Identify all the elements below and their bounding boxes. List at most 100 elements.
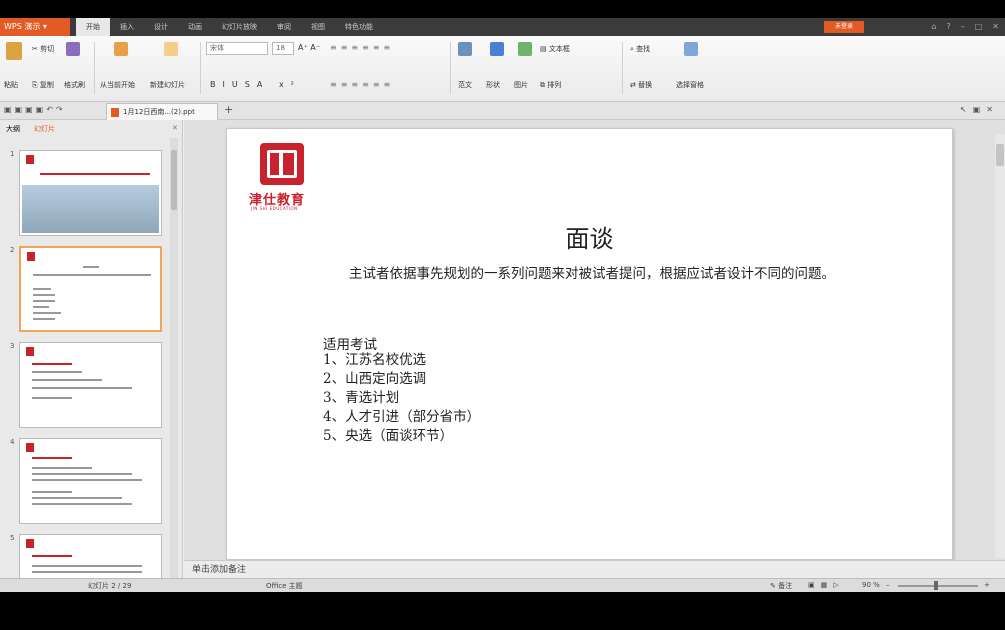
- slide-canvas[interactable]: 津仕教育 JIN SHI EDUCATION 面谈 主试者依据事先规划的一系列问…: [226, 128, 953, 560]
- paste-button[interactable]: [6, 42, 22, 60]
- format-painter-button[interactable]: [66, 42, 80, 56]
- slide-thumbnail-5[interactable]: [19, 534, 162, 578]
- zoom-slider-handle[interactable]: [934, 581, 938, 590]
- thumb-text: [32, 497, 122, 499]
- slide-editor: 津仕教育 JIN SHI EDUCATION 面谈 主试者依据事先规划的一系列问…: [184, 120, 1005, 578]
- slide-counter: 幻灯片 2 / 29: [88, 582, 132, 590]
- notes-toggle[interactable]: ✎ 备注: [770, 581, 792, 591]
- ribbon-separator: [450, 42, 451, 94]
- scrollbar-thumb[interactable]: [171, 150, 177, 210]
- new-tab-button[interactable]: +: [224, 103, 233, 116]
- menu-view[interactable]: 视图: [301, 18, 335, 36]
- paragraph-icons[interactable]: ≡≡≡≡≡≡: [330, 43, 394, 52]
- thumb-text: [32, 397, 72, 399]
- play-from-current-button[interactable]: [114, 42, 128, 56]
- paste-icon: [6, 42, 22, 60]
- thumb-text: [32, 467, 92, 469]
- slide-thumbnail-2[interactable]: [19, 246, 162, 332]
- menu-home[interactable]: 开始: [76, 18, 110, 36]
- view-mode-icons[interactable]: ↖▣✕: [960, 105, 999, 114]
- exam-list[interactable]: 1、江苏名校优选 2、山西定向选调 3、青选计划 4、人才引进（部分省市） 5、…: [323, 351, 480, 446]
- skin-icon[interactable]: ⌂: [931, 18, 936, 36]
- find-label: 查找: [636, 45, 651, 53]
- status-bar: 幻灯片 2 / 29 Office 主题 ✎ 备注 ▣▦▷ 90 % – +: [0, 578, 1005, 592]
- grow-font-icon[interactable]: A⁺ A⁻: [298, 43, 320, 52]
- replace-button[interactable]: ⇄ 替换: [630, 80, 652, 90]
- arrange-button[interactable]: ⧉ 排列: [540, 80, 561, 90]
- new-slide-icon: [164, 42, 178, 56]
- ppt-file-icon: [111, 108, 119, 117]
- thumb-number: 2: [10, 246, 15, 254]
- app-menu-button[interactable]: WPS 演示 ▾: [0, 18, 70, 36]
- close-icon[interactable]: ✕: [992, 18, 999, 36]
- thumb-image: [22, 185, 159, 233]
- scrollbar-thumb[interactable]: [996, 144, 1004, 166]
- text-tool-button[interactable]: [458, 42, 472, 56]
- select-pane-button[interactable]: [684, 42, 698, 56]
- slide-thumbnail-3[interactable]: [19, 342, 162, 428]
- login-button[interactable]: 未登录: [824, 21, 864, 33]
- menu-review[interactable]: 审阅: [267, 18, 301, 36]
- picture-button[interactable]: [518, 42, 532, 56]
- textbox-button[interactable]: ▤ 文本框: [540, 44, 570, 54]
- list-item: 3、青选计划: [323, 390, 400, 406]
- text-format-icons[interactable]: BIUSA x²: [210, 80, 301, 89]
- menu-animation[interactable]: 动画: [178, 18, 212, 36]
- thumb-text: [33, 274, 151, 276]
- list-item: 2、山西定向选调: [323, 371, 427, 387]
- picture-label[interactable]: 图片: [514, 80, 528, 90]
- app-window: WPS 演示 ▾ 开始 插入 设计 动画 幻灯片放映 审阅 视图 特色功能 未登…: [0, 18, 1005, 592]
- thumb-text: [33, 294, 55, 296]
- slide-thumbnail-1[interactable]: [19, 150, 162, 236]
- thumb-text: [32, 363, 72, 365]
- copy-button[interactable]: ⎘ 复制: [32, 80, 54, 90]
- slide-thumbnail-4[interactable]: [19, 438, 162, 524]
- text-tool-label[interactable]: 范文: [458, 80, 472, 90]
- slideshow-icon: [114, 42, 128, 56]
- new-slide-button[interactable]: [164, 42, 178, 56]
- arrange-label: 排列: [547, 81, 562, 89]
- zoom-in-icon[interactable]: +: [984, 581, 990, 589]
- zoom-level: 90 %: [862, 581, 880, 589]
- find-button[interactable]: ⌕ 查找: [630, 44, 650, 54]
- exam-list-heading[interactable]: 适用考试: [323, 333, 377, 353]
- zoom-slider[interactable]: [898, 585, 978, 587]
- paste-label[interactable]: 粘贴: [4, 80, 18, 90]
- notes-pane[interactable]: 单击添加备注: [184, 560, 1005, 578]
- quick-access-icons[interactable]: ▣▣▣▣↶↷: [4, 105, 66, 114]
- menu-design[interactable]: 设计: [144, 18, 178, 36]
- ribbon-separator: [200, 42, 201, 94]
- list-item: 5、央选（面谈环节）: [323, 428, 454, 444]
- tab-outline[interactable]: 大纲: [6, 124, 20, 134]
- menu-slideshow[interactable]: 幻灯片放映: [212, 18, 267, 36]
- slide-title[interactable]: 面谈: [227, 219, 952, 254]
- select-pane-label[interactable]: 选择窗格: [676, 80, 704, 90]
- menu-insert[interactable]: 插入: [110, 18, 144, 36]
- from-start-label[interactable]: 从当前开始: [100, 80, 135, 90]
- thumb-text: [32, 473, 132, 475]
- thumbnail-scrollbar[interactable]: [170, 138, 178, 578]
- minimize-icon[interactable]: –: [961, 18, 965, 36]
- thumb-logo: [27, 252, 35, 261]
- help-icon[interactable]: ?: [946, 18, 950, 36]
- cut-button[interactable]: ✂ 剪切: [32, 44, 54, 54]
- format-painter-label[interactable]: 格式刷: [64, 80, 85, 90]
- close-pane-icon[interactable]: ✕: [172, 124, 178, 132]
- shape-label[interactable]: 形状: [486, 80, 500, 90]
- thumb-number: 4: [10, 438, 15, 446]
- align-icons[interactable]: ≡≡≡≡≡≡: [330, 80, 394, 89]
- theme-name: Office 主题: [266, 582, 303, 590]
- font-size-select[interactable]: 18: [272, 42, 294, 55]
- maximize-icon[interactable]: □: [975, 18, 983, 36]
- font-name-select[interactable]: 宋体: [206, 42, 268, 55]
- shape-button[interactable]: [490, 42, 504, 56]
- new-slide-label[interactable]: 新建幻灯片: [150, 80, 185, 90]
- menu-features[interactable]: 特色功能: [335, 18, 383, 36]
- editor-scrollbar[interactable]: [995, 134, 1005, 558]
- document-tab[interactable]: 1月12日西南...(2).ppt: [106, 103, 218, 120]
- view-buttons[interactable]: ▣▦▷: [808, 581, 845, 589]
- tab-slides[interactable]: 幻灯片: [34, 124, 55, 134]
- zoom-out-icon[interactable]: –: [886, 581, 890, 589]
- slide-body-text[interactable]: 主试者依据事先规划的一系列问题来对被试者提问，根据应试者设计不同的问题。: [323, 263, 873, 285]
- thumb-text: [33, 288, 51, 290]
